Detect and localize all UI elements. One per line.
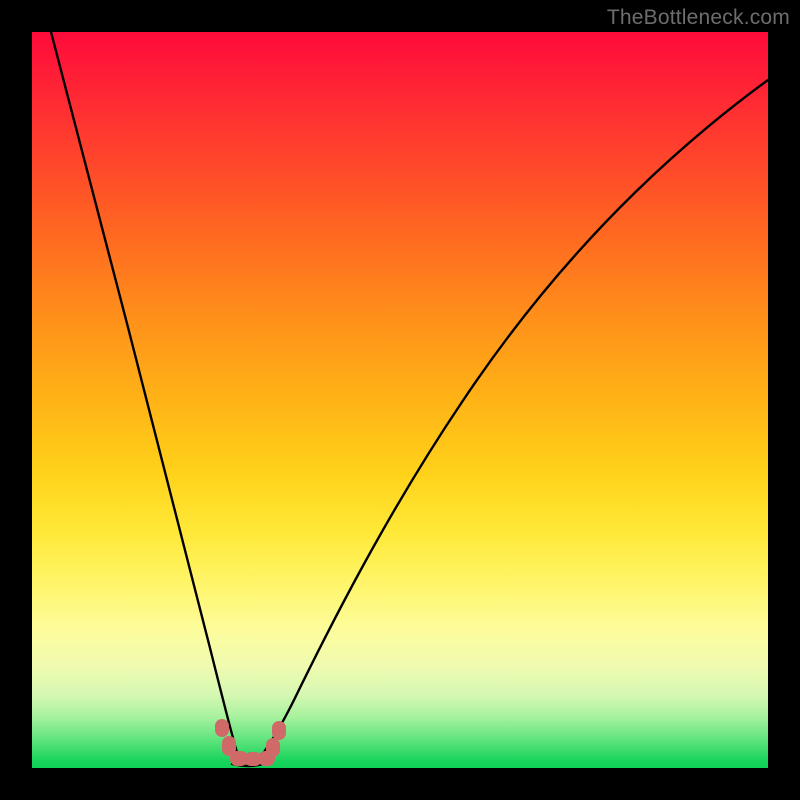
chart-frame: TheBottleneck.com — [0, 0, 800, 800]
bottleneck-curve — [32, 32, 768, 768]
watermark-text: TheBottleneck.com — [607, 6, 790, 30]
marker-dot — [272, 721, 286, 740]
marker-dot — [215, 719, 229, 737]
marker-dot — [266, 738, 280, 757]
plot-area — [32, 32, 768, 768]
